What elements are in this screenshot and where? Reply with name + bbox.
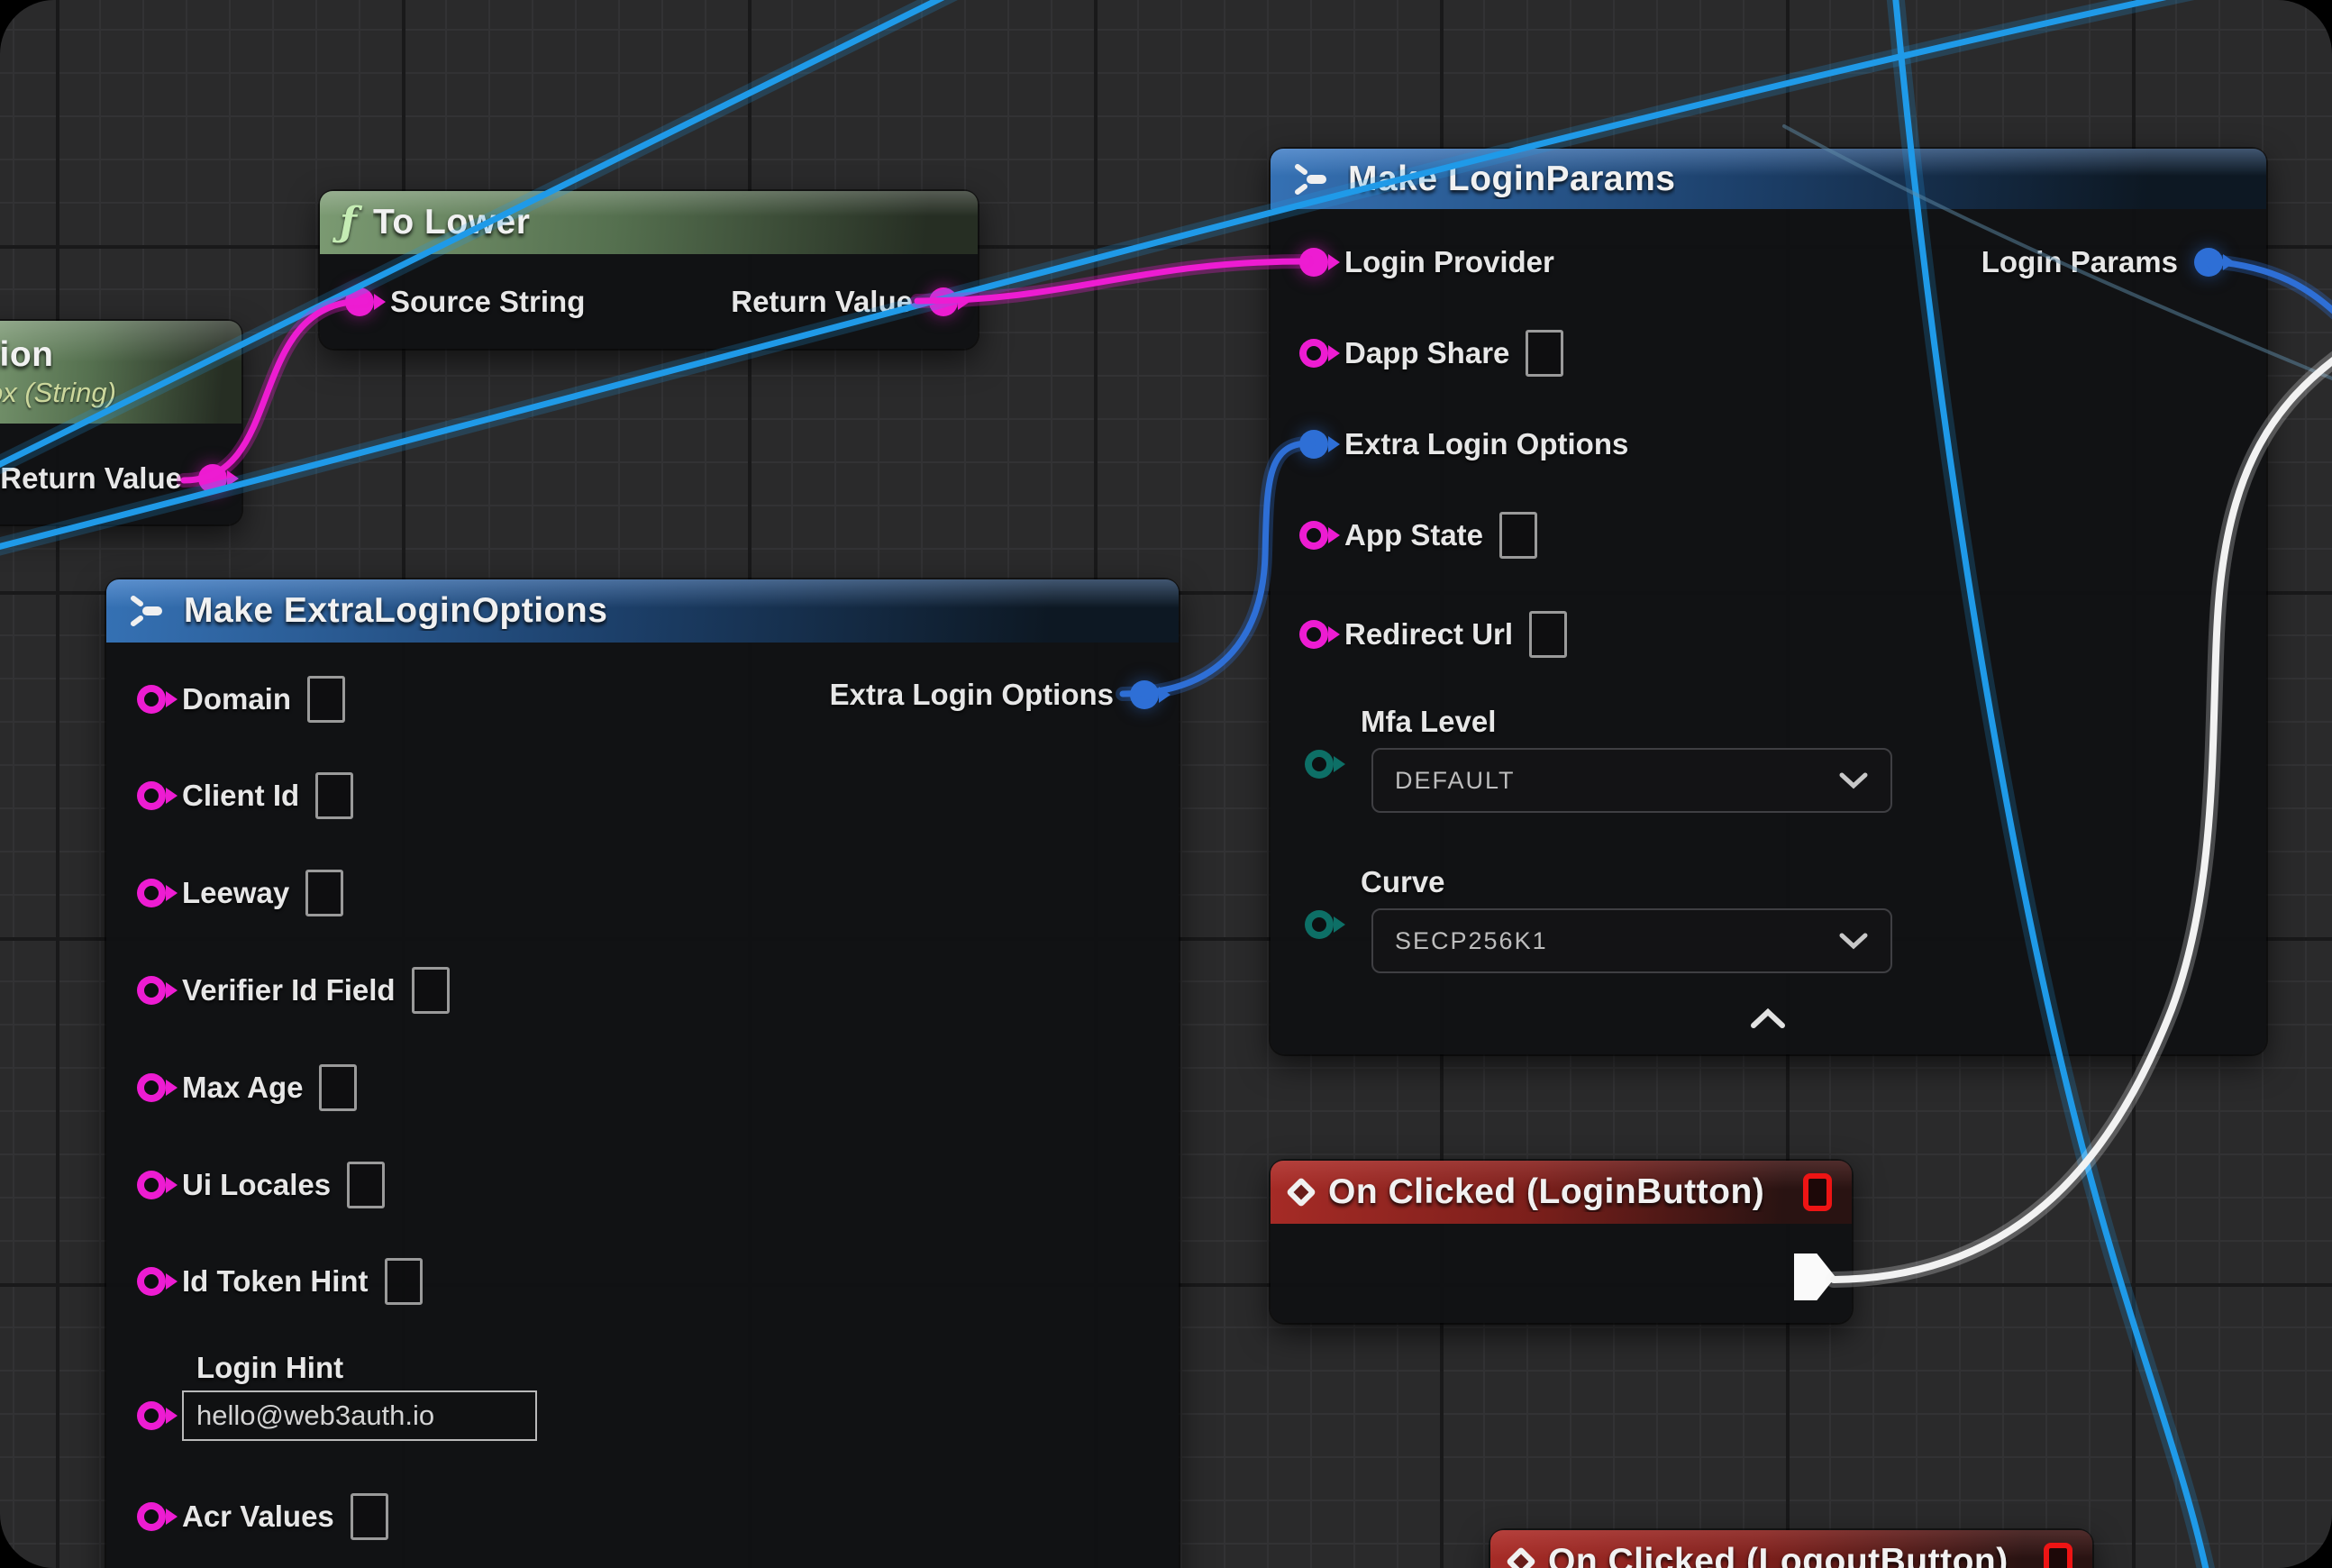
make-struct-icon [126, 591, 168, 631]
make-struct-icon [1290, 160, 1332, 199]
pin-label: Verifier Id Field [182, 973, 396, 1007]
mfa-level-value: DEFAULT [1395, 767, 1516, 795]
pin-label: Domain [182, 682, 291, 716]
bound-event-icon [1803, 1173, 1832, 1211]
login-hint-input[interactable] [182, 1390, 537, 1441]
mfa-level-pin[interactable] [1305, 750, 1334, 779]
curve-value: SECP256K1 [1395, 927, 1548, 955]
curve-dropdown[interactable]: SECP256K1 [1371, 908, 1892, 973]
node-title: Make LoginParams [1348, 160, 1675, 199]
max-age-checkbox[interactable] [319, 1064, 357, 1111]
node-title: To Lower [373, 203, 530, 242]
app-state-pin[interactable] [1299, 521, 1328, 550]
curve-label: Curve [1361, 865, 1445, 899]
leeway-checkbox[interactable] [305, 870, 343, 916]
exec-output-pin[interactable] [1794, 1253, 1836, 1300]
pin-label: Extra Login Options [830, 678, 1114, 712]
login-hint-pin[interactable] [137, 1401, 166, 1430]
ui-locales-pin[interactable] [137, 1171, 166, 1199]
login-params-out-pin[interactable] [2194, 248, 2223, 277]
pin-label: Leeway [182, 876, 289, 910]
node-title: Make ExtraLoginOptions [184, 591, 607, 631]
domain-pin[interactable] [137, 685, 166, 714]
dapp-share-checkbox[interactable] [1526, 330, 1563, 377]
app-state-checkbox[interactable] [1499, 512, 1537, 559]
redirect-url-pin[interactable] [1299, 620, 1328, 649]
bound-event-icon [2044, 1543, 2072, 1568]
verifier-id-field-checkbox[interactable] [412, 967, 450, 1014]
id-token-hint-pin[interactable] [137, 1267, 166, 1296]
pin-label: App State [1344, 518, 1483, 552]
acr-values-pin[interactable] [137, 1502, 166, 1531]
source-string-pin[interactable] [345, 287, 374, 316]
pin-label: Login Params [1981, 245, 2178, 279]
domain-checkbox[interactable] [307, 676, 345, 723]
extra-login-options-out-pin[interactable] [1130, 680, 1159, 709]
node-title: On Clicked (LoginButton) [1328, 1172, 1764, 1212]
node-title: tion [0, 335, 53, 375]
pin-label: Return Value [0, 461, 182, 496]
leeway-pin[interactable] [137, 879, 166, 907]
function-icon: ƒ [340, 203, 357, 242]
node-subtitle: ox (String) [0, 377, 116, 409]
pin-label: Id Token Hint [182, 1264, 369, 1299]
pin-label: Redirect Url [1344, 617, 1513, 652]
make-login-params-node[interactable]: Make LoginParams Login Provider Login Pa… [1271, 149, 2266, 1054]
curve-pin[interactable] [1305, 910, 1334, 939]
login-hint-label: Login Hint [196, 1351, 343, 1385]
chevron-down-icon [1838, 932, 1869, 950]
to-lower-node[interactable]: ƒ To Lower Source String Return Value [320, 191, 978, 349]
return-value-pin[interactable] [198, 464, 227, 493]
event-diamond-icon [1506, 1546, 1536, 1568]
pin-label: Dapp Share [1344, 336, 1509, 370]
pin-label: Source String [390, 285, 585, 319]
pin-label: Extra Login Options [1344, 427, 1628, 461]
mfa-level-label: Mfa Level [1361, 705, 1496, 739]
acr-values-checkbox[interactable] [351, 1493, 388, 1540]
id-token-hint-checkbox[interactable] [385, 1258, 423, 1305]
chevron-down-icon [1838, 771, 1869, 789]
on-clicked-login-button-node[interactable]: On Clicked (LoginButton) [1271, 1161, 1852, 1323]
collapse-node-button[interactable] [1748, 1007, 1788, 1035]
pin-label: Login Provider [1344, 245, 1554, 279]
verifier-id-field-pin[interactable] [137, 976, 166, 1005]
login-provider-pin[interactable] [1299, 248, 1328, 277]
client-id-checkbox[interactable] [315, 772, 353, 819]
client-id-pin[interactable] [137, 781, 166, 810]
pin-label: Max Age [182, 1071, 303, 1105]
pin-label: Acr Values [182, 1500, 334, 1534]
dapp-share-pin[interactable] [1299, 339, 1328, 368]
extra-login-options-pin[interactable] [1299, 430, 1328, 459]
node-title: On Clicked (LogoutButton) [1548, 1542, 2009, 1568]
max-age-pin[interactable] [137, 1073, 166, 1102]
ui-locales-checkbox[interactable] [347, 1162, 385, 1208]
redirect-url-checkbox[interactable] [1529, 611, 1567, 658]
mfa-level-dropdown[interactable]: DEFAULT [1371, 748, 1892, 813]
return-value-pin[interactable] [929, 287, 958, 316]
event-diamond-icon [1286, 1177, 1316, 1208]
chevron-up-icon [1748, 1007, 1788, 1030]
make-extra-login-options-node[interactable]: Make ExtraLoginOptions Extra Login Optio… [106, 579, 1179, 1568]
blueprint-graph-canvas[interactable]: tion ox (String) Return Value ƒ To Lower… [0, 0, 2332, 1568]
pin-label: Ui Locales [182, 1168, 331, 1202]
truncated-function-node[interactable]: tion ox (String) Return Value [0, 321, 241, 524]
pin-label: Return Value [731, 285, 913, 319]
pin-label: Client Id [182, 779, 299, 813]
on-clicked-logout-button-node[interactable]: On Clicked (LogoutButton) [1490, 1530, 2092, 1568]
